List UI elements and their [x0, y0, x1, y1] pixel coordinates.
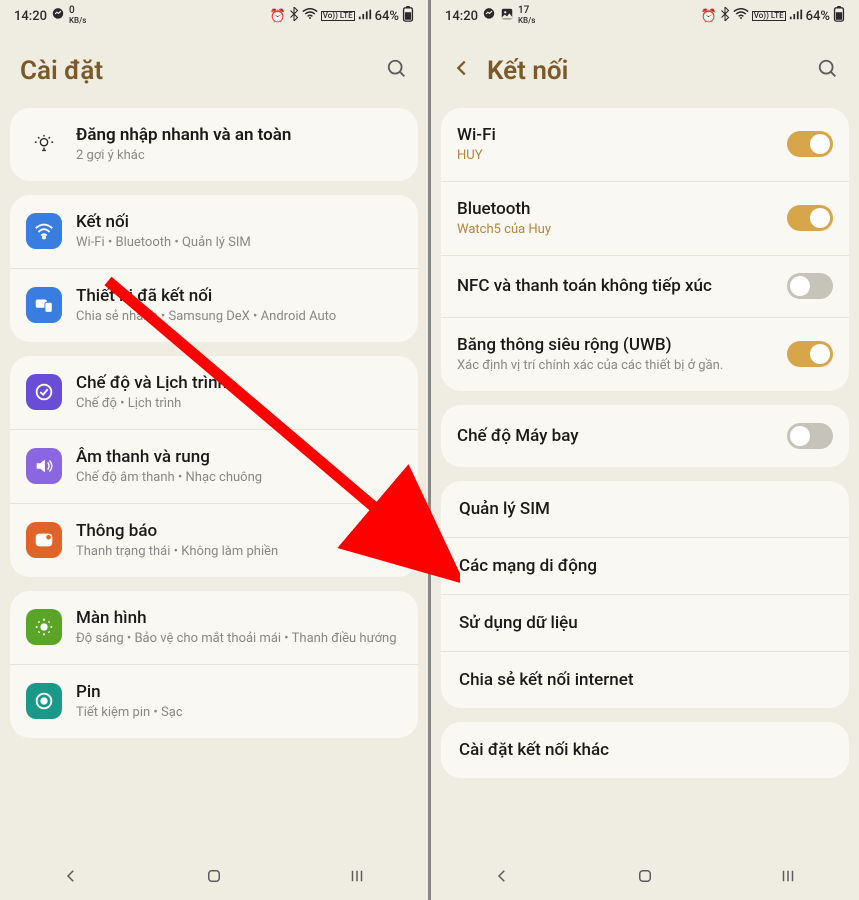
phone-left: 14:20 0KB/s ⏰ Vo)) LTE 64% Cài đặt: [0, 0, 428, 900]
speed-indicator: 17KB/s: [518, 6, 535, 26]
bluetooth-icon: [289, 7, 299, 25]
item-sub: Chia sẻ nhanh • Samsung DeX • Android Au…: [76, 309, 402, 326]
page-title: Kết nối: [487, 56, 803, 86]
nav-recents[interactable]: [348, 866, 366, 890]
status-bar: 14:20 0KB/s ⏰ Vo)) LTE 64%: [0, 0, 428, 30]
bluetooth-row[interactable]: Bluetooth Watch5 của Huy: [441, 181, 849, 255]
item-sub: Tiết kiệm pin • Sạc: [76, 705, 402, 722]
wifi-icon: [733, 8, 749, 24]
airplane-row[interactable]: Chế độ Máy bay: [441, 405, 849, 467]
back-button[interactable]: [451, 57, 473, 85]
speed-indicator: 0KB/s: [69, 6, 86, 26]
status-time: 14:20: [445, 9, 478, 24]
nav-home[interactable]: [636, 866, 654, 890]
volte-icon: Vo)) LTE: [752, 11, 786, 21]
nav-recents[interactable]: [779, 866, 797, 890]
wifi-row[interactable]: Wi-Fi HUY: [441, 108, 849, 181]
wifi-toggle[interactable]: [787, 131, 833, 157]
battery-icon: [26, 683, 62, 719]
battery-text: 64%: [375, 9, 399, 24]
nav-bar: [0, 854, 428, 900]
page-header: Cài đặt: [0, 30, 428, 108]
messenger-icon: [482, 7, 496, 25]
messenger-icon: [51, 7, 65, 25]
settings-item-sound[interactable]: Âm thanh và rung Chế độ âm thanh • Nhạc …: [10, 429, 418, 503]
battery-icon: [833, 6, 845, 26]
status-bar: 14:20 17KB/s ⏰ Vo)) LTE 64%: [431, 0, 859, 30]
nav-back[interactable]: [493, 866, 511, 890]
item-sub: Thanh trạng thái • Không làm phiền: [76, 544, 402, 561]
page-title: Cài đặt: [20, 56, 372, 86]
settings-item-display[interactable]: Màn hình Độ sáng • Bảo vệ cho mắt thoải …: [10, 591, 418, 664]
nav-home[interactable]: [205, 866, 223, 890]
sim-row[interactable]: Quản lý SIM: [441, 481, 849, 537]
item-title: Chế độ và Lịch trình: [76, 372, 402, 394]
item-title: NFC và thanh toán không tiếp xúc: [457, 275, 773, 297]
item-sub: Xác định vị trí chính xác của các thiết …: [457, 358, 773, 375]
devices-icon: [26, 287, 62, 323]
wifi-icon: [26, 213, 62, 249]
item-title: Wi-Fi: [457, 124, 773, 146]
battery-text: 64%: [806, 9, 830, 24]
item-sub: Chế độ âm thanh • Nhạc chuông: [76, 470, 402, 487]
search-icon[interactable]: [817, 58, 839, 85]
settings-item-connected-devices[interactable]: Thiết bị đã kết nối Chia sẻ nhanh • Sams…: [10, 268, 418, 342]
airplane-toggle[interactable]: [787, 423, 833, 449]
bluetooth-icon: [720, 7, 730, 25]
item-title: Âm thanh và rung: [76, 446, 402, 468]
item-title: Màn hình: [76, 607, 402, 629]
modes-icon: [26, 374, 62, 410]
sound-icon: [26, 448, 62, 484]
item-sub: Chế độ • Lịch trình: [76, 396, 402, 413]
notification-icon: [26, 522, 62, 558]
uwb-toggle[interactable]: [787, 341, 833, 367]
settings-item-modes[interactable]: Chế độ và Lịch trình Chế độ • Lịch trình: [10, 356, 418, 429]
tip-sub: 2 gợi ý khác: [76, 148, 402, 165]
alarm-icon: ⏰: [701, 9, 717, 24]
settings-item-connections[interactable]: Kết nối Wi-Fi • Bluetooth • Quản lý SIM: [10, 195, 418, 268]
item-title: Thông báo: [76, 520, 402, 542]
settings-item-notifications[interactable]: Thông báo Thanh trạng thái • Không làm p…: [10, 503, 418, 577]
volte-icon: Vo)) LTE: [321, 11, 355, 21]
mobile-networks-row[interactable]: Các mạng di động: [441, 537, 849, 594]
item-title: Băng thông siêu rộng (UWB): [457, 334, 773, 356]
nfc-row[interactable]: NFC và thanh toán không tiếp xúc: [441, 255, 849, 317]
tip-icon: [26, 126, 62, 162]
item-sub: Watch5 của Huy: [457, 222, 773, 239]
page-header: Kết nối: [431, 30, 859, 108]
settings-item-battery[interactable]: Pin Tiết kiệm pin • Sạc: [10, 664, 418, 738]
display-icon: [26, 609, 62, 645]
item-title: Pin: [76, 681, 402, 703]
more-connections-row[interactable]: Cài đặt kết nối khác: [441, 722, 849, 778]
item-title: Bluetooth: [457, 198, 773, 220]
data-usage-row[interactable]: Sử dụng dữ liệu: [441, 594, 849, 651]
uwb-row[interactable]: Băng thông siêu rộng (UWB) Xác định vị t…: [441, 317, 849, 391]
status-time: 14:20: [14, 9, 47, 24]
signal-icon: [358, 8, 372, 24]
signal-icon: [789, 8, 803, 24]
item-title: Thiết bị đã kết nối: [76, 285, 402, 307]
tips-card[interactable]: Đăng nhập nhanh và an toàn 2 gợi ý khác: [10, 108, 418, 181]
item-sub: HUY: [457, 148, 773, 165]
bluetooth-toggle[interactable]: [787, 205, 833, 231]
wifi-icon: [302, 8, 318, 24]
nav-back[interactable]: [62, 866, 80, 890]
item-sub: Wi-Fi • Bluetooth • Quản lý SIM: [76, 235, 402, 252]
item-sub: Độ sáng • Bảo vệ cho mắt thoải mái • Tha…: [76, 631, 402, 648]
gallery-icon: [500, 7, 514, 25]
nav-bar: [431, 854, 859, 900]
item-title: Kết nối: [76, 211, 402, 233]
search-icon[interactable]: [386, 58, 408, 85]
item-title: Chế độ Máy bay: [457, 425, 773, 447]
hotspot-row[interactable]: Chia sẻ kết nối internet: [441, 651, 849, 708]
alarm-icon: ⏰: [270, 9, 286, 24]
battery-icon: [402, 6, 414, 26]
tip-title: Đăng nhập nhanh và an toàn: [76, 124, 402, 146]
phone-right: 14:20 17KB/s ⏰ Vo)) LTE 64%: [431, 0, 859, 900]
nfc-toggle[interactable]: [787, 273, 833, 299]
